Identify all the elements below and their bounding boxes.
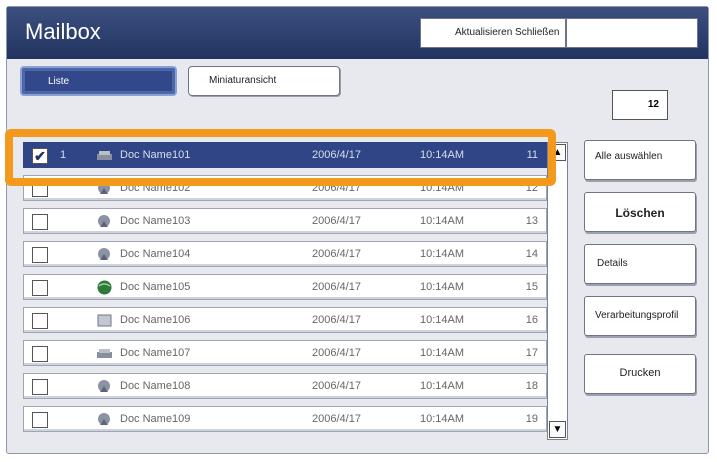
row-number: 16 [525, 314, 538, 326]
row-time: 10:14AM [420, 380, 465, 392]
row-date: 2006/4/17 [312, 380, 361, 392]
row-number: 15 [525, 281, 538, 293]
row-date: 2006/4/17 [312, 314, 361, 326]
row-checkbox[interactable] [32, 412, 48, 428]
table-row[interactable]: Doc Name104 2006/4/17 10:14AM 14 [23, 241, 547, 267]
scroll-down-button[interactable]: ▼ [549, 421, 566, 438]
globe-icon [96, 279, 113, 296]
row-doc-name: Doc Name105 [120, 281, 191, 293]
details-label: Details [597, 258, 628, 269]
select-all-label: Alle auswählen [595, 151, 663, 162]
processing-profile-button[interactable]: Verarbeitungsprofil [584, 296, 696, 336]
details-button[interactable]: Details [584, 244, 696, 284]
row-doc-name: Doc Name106 [120, 314, 191, 326]
document-icon [96, 213, 113, 230]
document-icon [96, 378, 113, 395]
document-icon [96, 246, 113, 263]
document-icon [96, 411, 113, 428]
table-row[interactable]: Doc Name108 2006/4/17 10:14AM 18 [23, 373, 547, 399]
select-all-button[interactable]: Alle auswählen [584, 140, 696, 180]
row-date: 2006/4/17 [312, 347, 361, 359]
table-row[interactable]: Doc Name105 2006/4/17 10:14AM 15 [23, 274, 547, 300]
top-action-button[interactable] [566, 18, 698, 48]
row-checkbox[interactable] [32, 379, 48, 395]
row-doc-name: Doc Name107 [120, 347, 191, 359]
document-count: 12 [612, 90, 668, 120]
scanner-icon [96, 345, 113, 362]
row-doc-name: Doc Name104 [120, 248, 191, 260]
row-time: 10:14AM [420, 248, 465, 260]
row-date: 2006/4/17 [312, 281, 361, 293]
row-checkbox[interactable] [32, 280, 48, 296]
row-date: 2006/4/17 [312, 413, 361, 425]
row-time: 10:14AM [420, 215, 465, 227]
tab-list-view[interactable]: Liste [20, 66, 177, 96]
row-time: 10:14AM [420, 314, 465, 326]
table-row[interactable]: Doc Name106 2006/4/17 10:14AM 16 [23, 307, 547, 333]
row-date: 2006/4/17 [312, 215, 361, 227]
print-label: Drucken [619, 367, 661, 379]
refresh-close-button[interactable]: Aktualisieren Schließen [420, 18, 566, 48]
row-date: 2006/4/17 [312, 248, 361, 260]
row-time: 10:14AM [420, 281, 465, 293]
row-number: 14 [525, 248, 538, 260]
selection-highlight [5, 129, 556, 186]
row-time: 10:14AM [420, 413, 465, 425]
scrollbar[interactable]: ▲ ▼ [547, 142, 568, 440]
row-checkbox[interactable] [32, 247, 48, 263]
row-doc-name: Doc Name109 [120, 413, 191, 425]
table-row[interactable]: Doc Name107 2006/4/17 10:14AM 17 [23, 340, 547, 366]
row-doc-name: Doc Name108 [120, 380, 191, 392]
row-time: 10:14AM [420, 347, 465, 359]
document-list: ✔ 1 Doc Name101 2006/4/17 10:14AM 11 Doc Name1… [23, 142, 547, 438]
row-number: 19 [525, 413, 538, 425]
row-checkbox[interactable] [32, 346, 48, 362]
processing-profile-label: Verarbeitungsprofil [595, 310, 679, 321]
row-number: 17 [525, 347, 538, 359]
row-checkbox[interactable] [32, 214, 48, 230]
table-row[interactable]: Doc Name109 2006/4/17 10:14AM 19 [23, 406, 547, 432]
delete-button[interactable]: Löschen [584, 192, 696, 232]
row-checkbox[interactable] [32, 313, 48, 329]
window-title: Mailbox [25, 19, 101, 44]
row-number: 18 [525, 380, 538, 392]
delete-label: Löschen [615, 206, 665, 220]
tab-thumbnail-view[interactable]: Miniaturansicht [188, 66, 340, 96]
row-number: 13 [525, 215, 538, 227]
box-icon [96, 312, 113, 329]
table-row[interactable]: Doc Name103 2006/4/17 10:14AM 13 [23, 208, 547, 234]
print-button[interactable]: Drucken [584, 354, 696, 394]
row-doc-name: Doc Name103 [120, 215, 191, 227]
